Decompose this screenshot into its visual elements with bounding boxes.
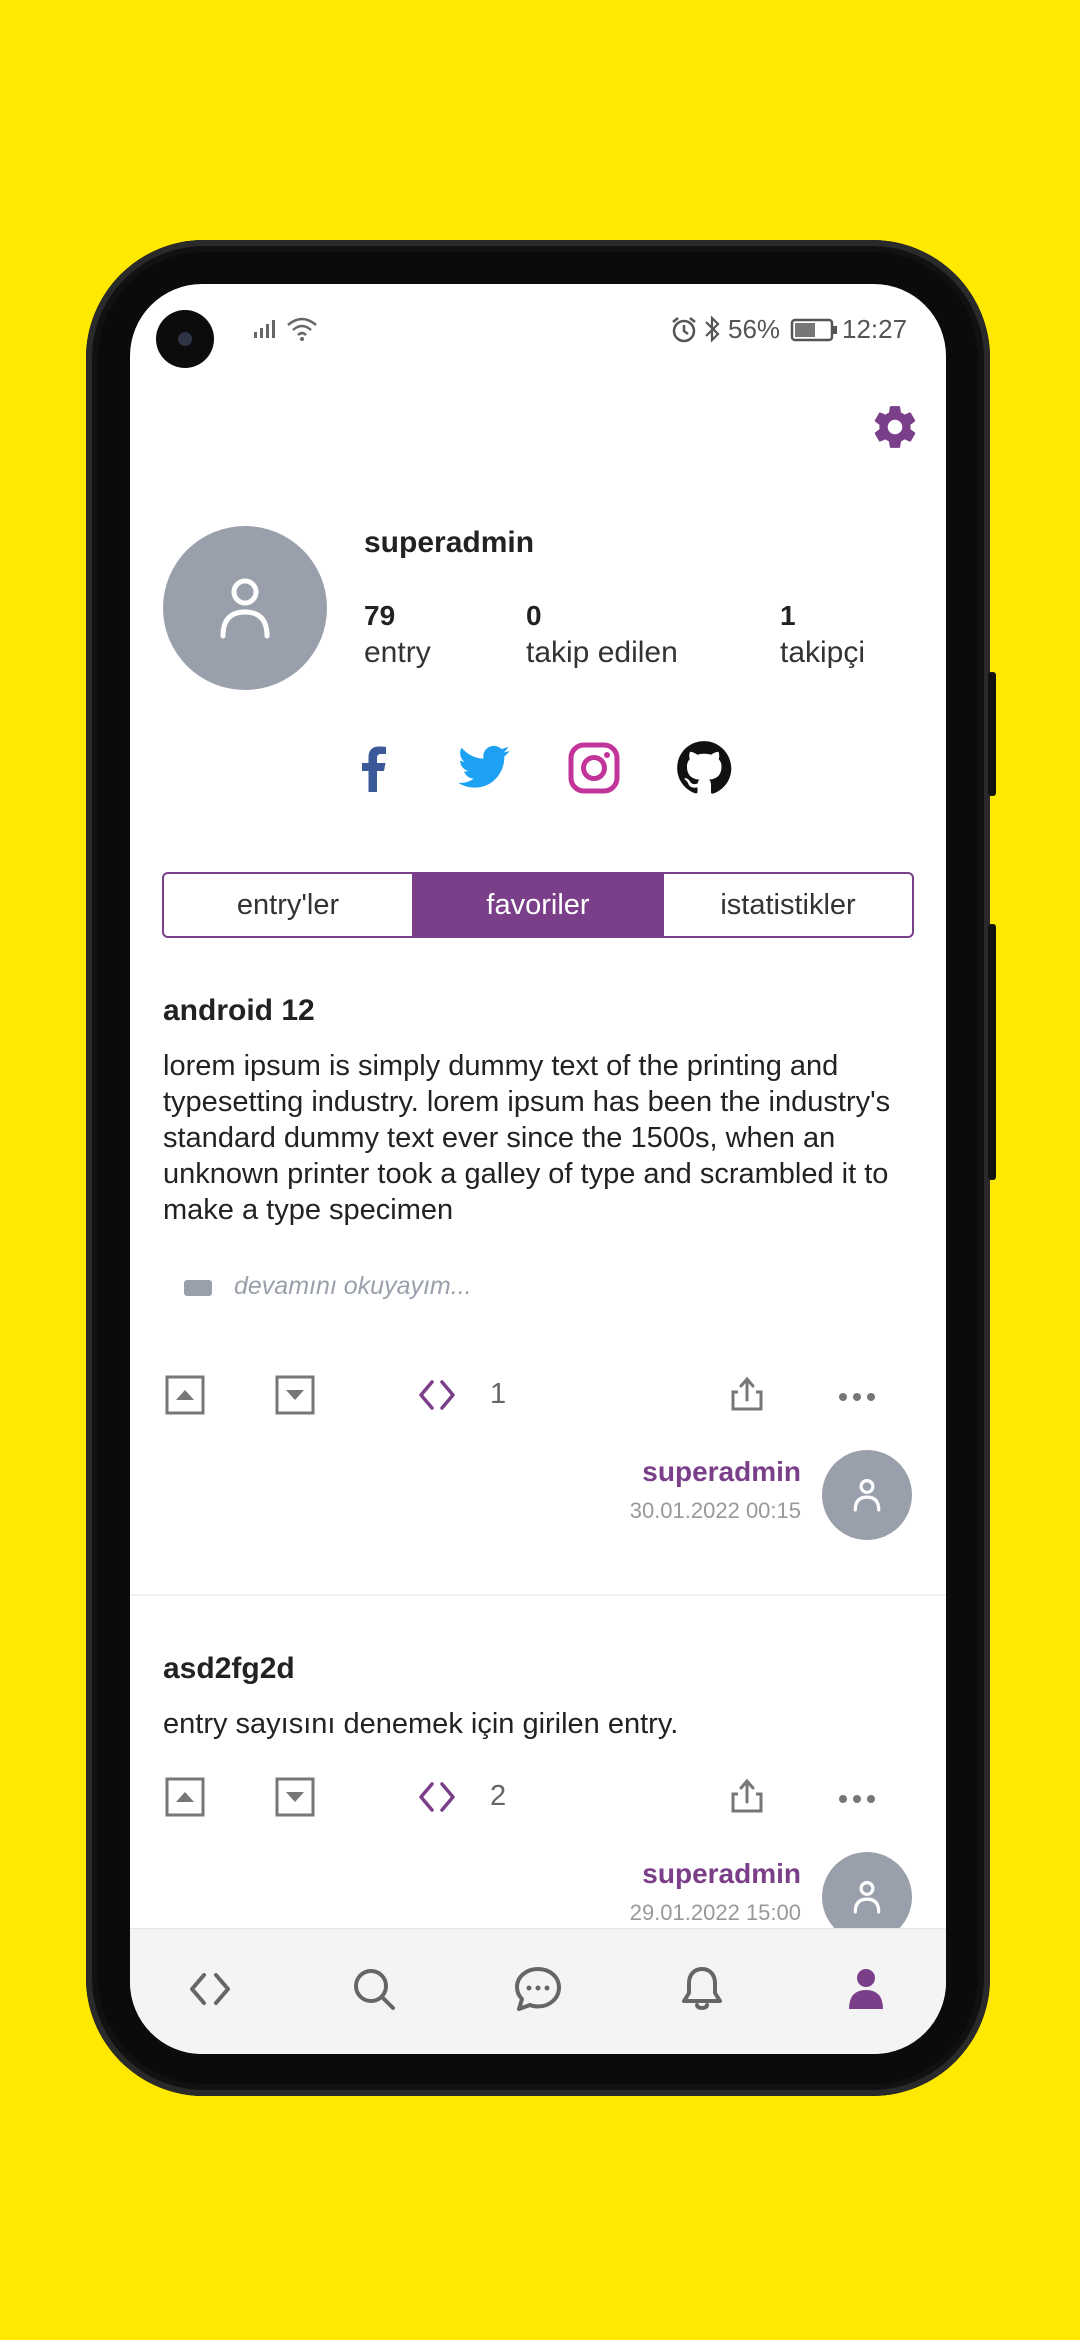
entry-body: lorem ipsum is simply dummy text of the …: [163, 1050, 891, 1226]
app-screen: 56% 12:27 superadmin 79 entry 0 takip ed…: [130, 284, 946, 2054]
entry-date: 29.01.2022 15:00: [629, 1900, 801, 1925]
user-placeholder-icon: [220, 578, 270, 639]
profile-avatar[interactable]: [163, 526, 327, 690]
stat-followers-count[interactable]: 1: [780, 600, 796, 632]
settings-gear-icon[interactable]: [870, 402, 920, 452]
entry-author[interactable]: superadmin: [642, 1858, 801, 1890]
entry-author[interactable]: superadmin: [642, 1456, 801, 1488]
downvote-icon[interactable]: [274, 1374, 316, 1416]
volume-button: [988, 672, 996, 796]
bell-icon[interactable]: [676, 1963, 728, 2015]
twitter-icon[interactable]: [456, 740, 512, 796]
entry-divider: [130, 1594, 946, 1596]
battery-percent: 56%: [728, 314, 781, 344]
profile-tabs: entry'ler favoriler istatistikler: [162, 872, 914, 938]
share-icon[interactable]: [726, 1372, 768, 1414]
stat-entry-count: 79: [364, 600, 396, 631]
power-button: [988, 924, 996, 1180]
chat-icon[interactable]: [512, 1963, 564, 2015]
upvote-icon[interactable]: [164, 1374, 206, 1416]
front-camera: [156, 310, 214, 368]
user-placeholder-icon: [853, 1880, 881, 1914]
stat-entry-label: entry: [364, 636, 431, 669]
facebook-icon[interactable]: [346, 740, 402, 796]
clock: 12:27: [842, 314, 908, 344]
user-placeholder-icon: [853, 1478, 881, 1512]
stat-followers-label[interactable]: takipçi: [780, 636, 865, 670]
more-options-icon[interactable]: [836, 1376, 878, 1418]
share-icon[interactable]: [726, 1774, 768, 1816]
entry-date: 30.01.2022 00:15: [629, 1498, 801, 1523]
user-icon[interactable]: [840, 1963, 892, 2015]
bottom-navigation: [130, 1928, 946, 2054]
read-more-link[interactable]: devamını okuyayım...: [234, 1272, 472, 1301]
github-icon[interactable]: [676, 740, 732, 796]
entry-title[interactable]: asd2fg2d: [163, 1652, 295, 1686]
tab-favorites[interactable]: favoriler: [414, 874, 664, 936]
profile-username: superadmin: [364, 526, 535, 559]
downvote-icon[interactable]: [274, 1776, 316, 1818]
wifi-icon: [287, 317, 317, 341]
stat-following-label[interactable]: takip edilen: [526, 636, 678, 670]
upvote-icon[interactable]: [164, 1776, 206, 1818]
favorite-count: 1: [490, 1378, 507, 1410]
author-avatar[interactable]: [822, 1450, 912, 1540]
bluetooth-icon: [705, 315, 720, 343]
tab-entries[interactable]: entry'ler: [164, 874, 414, 936]
instagram-icon[interactable]: [566, 740, 622, 796]
stat-following-count[interactable]: 0: [526, 600, 542, 632]
status-bar: 56% 12:27: [130, 284, 946, 374]
code-icon[interactable]: [184, 1963, 236, 2015]
battery-icon: [790, 318, 837, 342]
signal-icon: [254, 320, 275, 338]
code-brackets-icon[interactable]: [416, 1776, 458, 1818]
ellipsis-box-icon: [184, 1280, 212, 1296]
code-brackets-icon[interactable]: [416, 1374, 458, 1416]
tab-statistics[interactable]: istatistikler: [664, 874, 912, 936]
alarm-icon: [672, 317, 696, 343]
entry-title[interactable]: android 12: [163, 994, 315, 1028]
more-options-icon[interactable]: [836, 1778, 878, 1820]
entry-body: entry sayısını denemek için girilen entr…: [163, 1708, 679, 1740]
search-icon[interactable]: [348, 1963, 400, 2015]
favorite-count: 2: [490, 1780, 507, 1812]
